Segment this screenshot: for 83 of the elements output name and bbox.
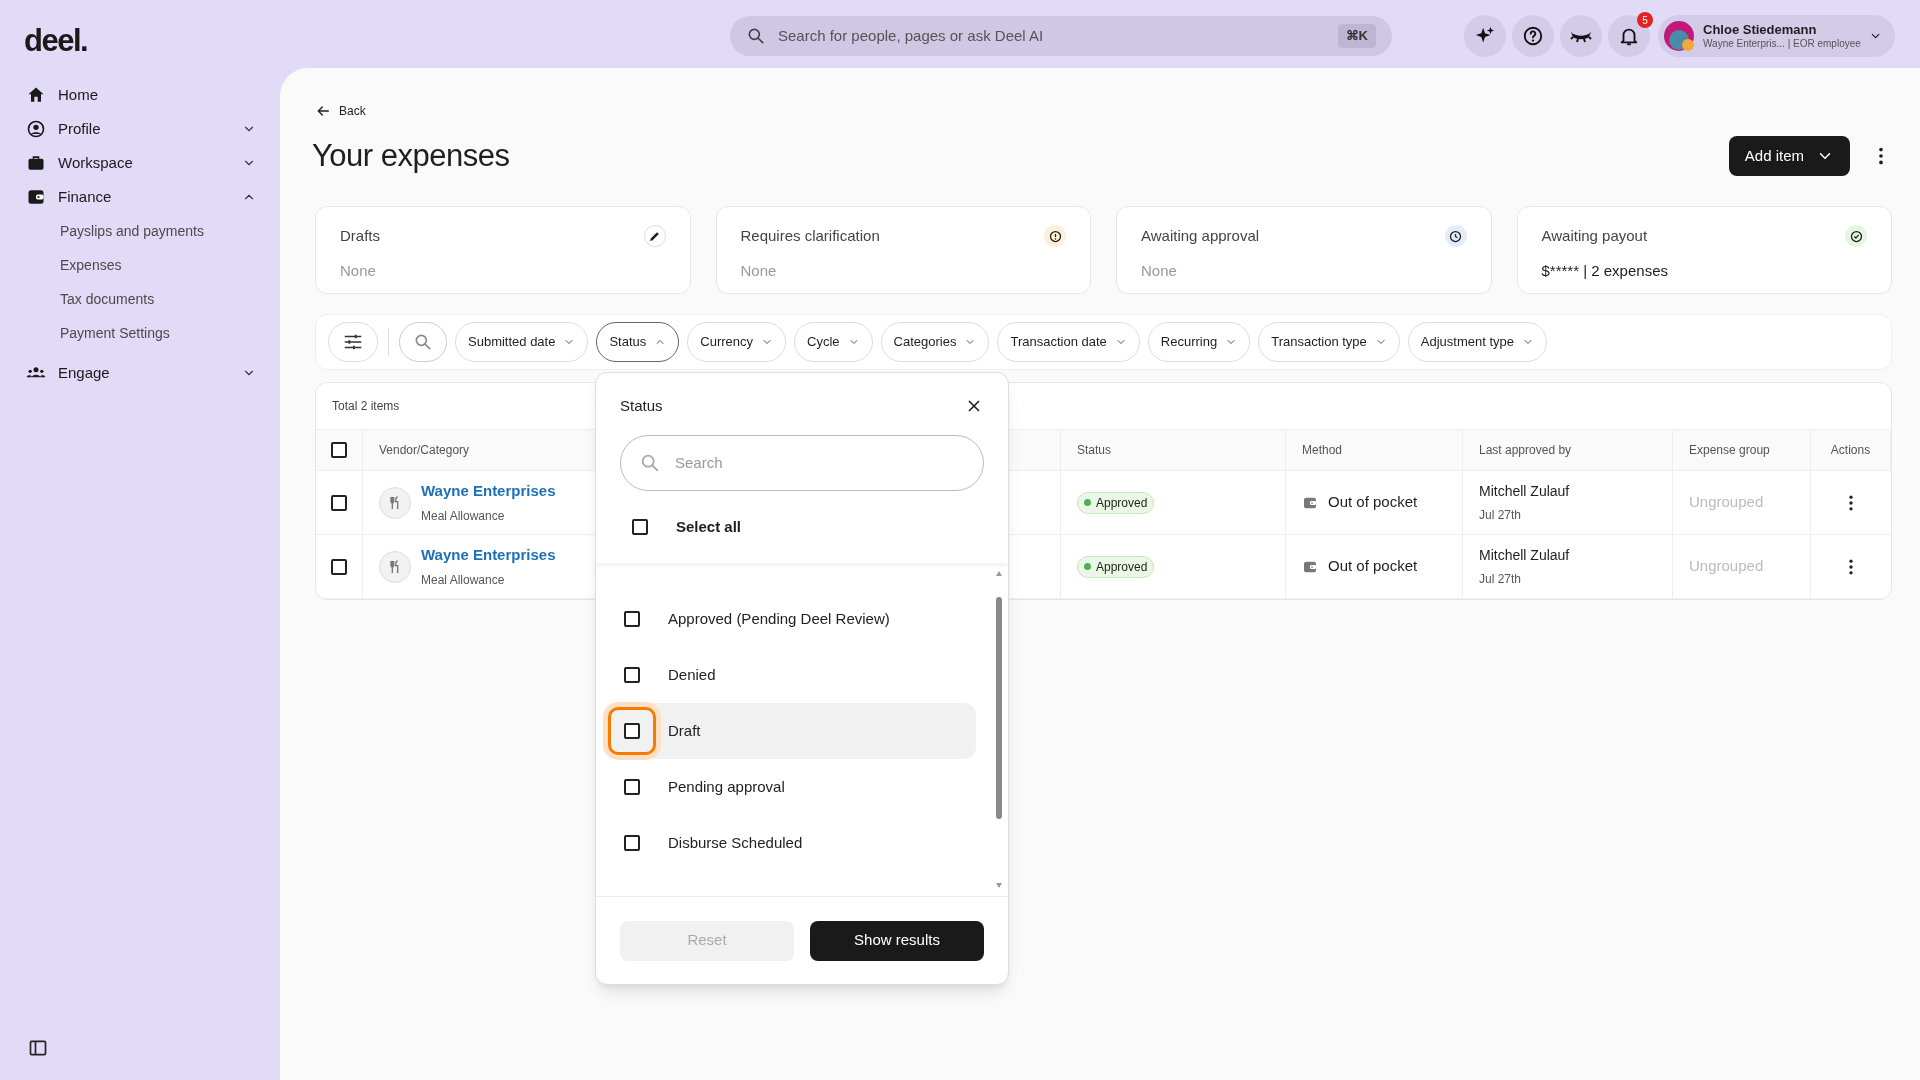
sidebar-item[interactable]: Workspace	[26, 146, 256, 180]
checkbox[interactable]	[624, 779, 640, 795]
status-badge: Approved	[1077, 491, 1155, 514]
card-title: Drafts	[340, 226, 380, 246]
page-title: Your expenses	[312, 136, 511, 175]
briefcase-icon	[26, 153, 46, 173]
approver-name: Mitchell Zulauf	[1479, 546, 1571, 565]
logo[interactable]: deel.	[24, 18, 88, 65]
sidebar-subitem[interactable]: Payslips and payments	[26, 214, 256, 248]
search-icon	[746, 26, 766, 46]
avatar-icon	[1663, 20, 1695, 52]
wallet-icon	[26, 187, 46, 207]
expense-group-text: Ungrouped	[1689, 556, 1764, 577]
sidebar-item[interactable]: Profile	[26, 112, 256, 146]
card-title: Awaiting payout	[1541, 226, 1648, 246]
user-circle-icon	[26, 119, 46, 139]
checkbox[interactable]	[331, 558, 347, 575]
column-header: Status	[1061, 430, 1286, 470]
sidebar-item[interactable]: Engage	[26, 356, 256, 390]
column-header: Actions	[1811, 430, 1891, 470]
search-field[interactable]: Search for people, pages or ask Deel AI ⌘K	[730, 16, 1392, 56]
sidebar-toggle-icon[interactable]	[28, 1038, 48, 1058]
checkbox[interactable]	[624, 667, 640, 683]
checkbox[interactable]	[624, 723, 640, 739]
status-option[interactable]: Disburse Scheduled	[608, 815, 976, 871]
sidebar-item[interactable]: Home	[26, 78, 256, 112]
home-icon	[26, 85, 46, 105]
bell-button[interactable]: 5	[1608, 15, 1650, 57]
card-title: Requires clarification	[740, 226, 880, 246]
status-option[interactable]: Denied	[608, 647, 976, 703]
closed-eye-button[interactable]	[1560, 15, 1602, 57]
method-text: Out of pocket	[1328, 492, 1418, 513]
sidebar-item[interactable]: Finance	[26, 180, 256, 214]
back-link[interactable]: Back	[315, 100, 366, 122]
status-dot-icon	[1084, 499, 1091, 506]
help-button[interactable]	[1512, 15, 1554, 57]
select-all-label[interactable]: Select all	[676, 515, 742, 539]
method-text: Out of pocket	[1328, 556, 1418, 577]
category-text: Meal Allowance	[421, 507, 506, 525]
scroll-down-icon	[995, 882, 1003, 890]
column-header: Expense group	[1673, 430, 1811, 470]
status-option[interactable]: Approved (Pending Deel Review)	[608, 591, 976, 647]
notification-badge: 5	[1637, 12, 1653, 28]
select-all-checkbox[interactable]	[331, 442, 347, 458]
show-results-button[interactable]: Show results	[810, 920, 984, 961]
user-name: Chloe Stiedemann	[1703, 21, 1818, 38]
shortcut-key: ⌘K	[1337, 24, 1376, 48]
column-header: Method	[1286, 430, 1463, 470]
card-value: $***** | 2 expenses	[1541, 260, 1668, 281]
search-icon	[639, 452, 661, 474]
help-icon	[1522, 25, 1544, 47]
user-menu[interactable]: Chloe Stiedemann Wayne Enterpris... | EOR employee	[1658, 15, 1895, 57]
sidebar-subitem[interactable]: Expenses	[26, 248, 256, 282]
checkbox[interactable]	[624, 835, 640, 851]
card-title: Awaiting approval	[1141, 226, 1260, 246]
approval-date: Jul 27th	[1479, 571, 1523, 588]
status-dot-icon	[1084, 563, 1091, 570]
card-value: None	[1141, 260, 1177, 281]
status-option[interactable]: Pending approval	[608, 759, 976, 815]
popover-title: Status	[620, 395, 663, 416]
checkbox[interactable]	[624, 611, 640, 627]
search-icon	[413, 332, 433, 352]
checkbox[interactable]	[632, 519, 648, 535]
card-value: None	[740, 260, 777, 281]
scroll-up-icon	[995, 569, 1003, 577]
card-value: None	[340, 260, 376, 281]
total-count: Total 2 items	[332, 398, 400, 415]
sidebar-subitem[interactable]: Tax documents	[26, 282, 256, 316]
sparkle-button[interactable]	[1464, 15, 1506, 57]
checkbox[interactable]	[331, 494, 347, 511]
closed-eye-icon	[1570, 29, 1592, 43]
approval-date: Jul 27th	[1479, 507, 1523, 524]
vendor-link[interactable]: Wayne Enterprises	[421, 480, 556, 503]
status-badge: Approved	[1077, 555, 1155, 578]
vendor-link[interactable]: Wayne Enterprises	[421, 544, 556, 567]
approver-name: Mitchell Zulauf	[1479, 482, 1571, 501]
add-item-button[interactable]: Add item	[1728, 136, 1850, 176]
category-text: Meal Allowance	[421, 571, 506, 589]
arrow-left-icon	[315, 103, 331, 119]
column-header: Last approved by	[1463, 430, 1673, 470]
sidebar-subitem[interactable]: Payment Settings	[26, 316, 256, 350]
user-subtitle: Wayne Enterpris... | EOR employee	[1703, 37, 1861, 51]
expense-group-text: Ungrouped	[1689, 492, 1764, 513]
